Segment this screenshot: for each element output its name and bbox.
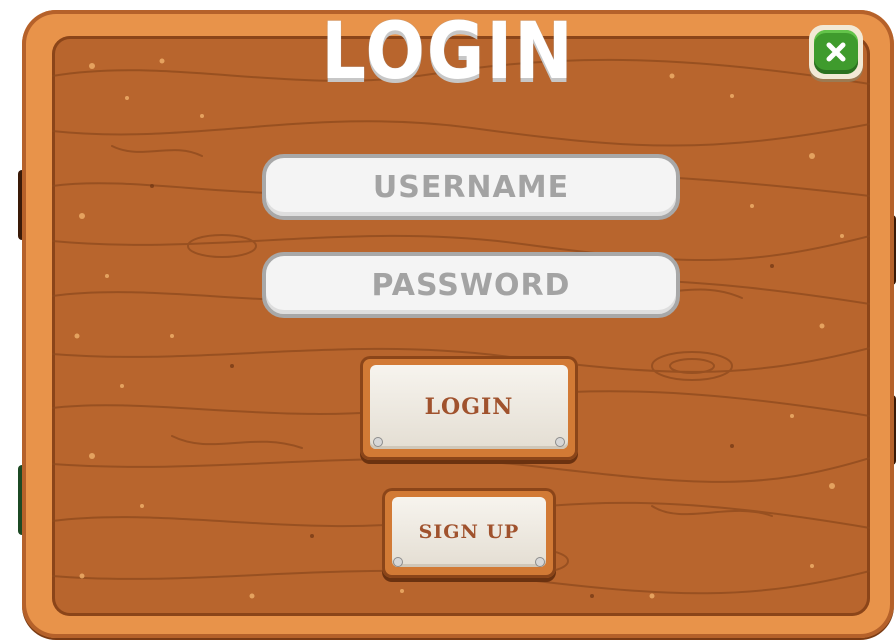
password-input[interactable]	[266, 255, 676, 315]
login-button[interactable]: LOGIN	[360, 356, 578, 460]
nail-icon	[556, 438, 564, 446]
nail-icon	[536, 558, 544, 566]
signup-button[interactable]: SIGN UP	[382, 488, 556, 578]
password-field	[262, 252, 680, 318]
signup-button-face: SIGN UP	[392, 497, 546, 567]
signup-button-label: SIGN UP	[418, 521, 520, 543]
login-button-label: LOGIN	[424, 394, 514, 420]
close-button[interactable]	[809, 25, 863, 79]
login-button-face: LOGIN	[370, 365, 568, 449]
nail-icon	[374, 438, 382, 446]
username-input[interactable]	[266, 157, 676, 217]
username-field	[262, 154, 680, 220]
close-button-face	[814, 30, 858, 74]
close-x-icon	[826, 42, 846, 62]
nail-icon	[394, 558, 402, 566]
dialog-title: LOGIN	[321, 7, 575, 97]
